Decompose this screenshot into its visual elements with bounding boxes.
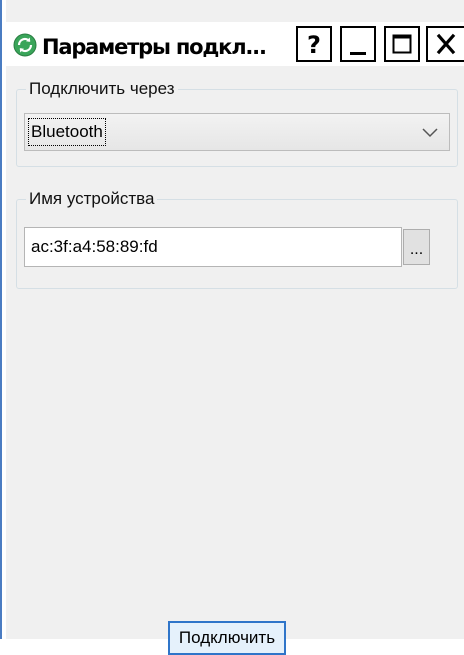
help-label: ? — [307, 31, 321, 59]
connect-button[interactable]: Подключить — [168, 621, 286, 655]
maximize-button[interactable] — [384, 26, 420, 62]
device-name-label: Имя устройства — [26, 188, 158, 210]
connect-via-dropdown[interactable]: Bluetooth — [24, 113, 450, 151]
title-bar[interactable]: Параметры подкл... ? — [6, 22, 464, 66]
help-icon: ? — [307, 31, 321, 59]
maximize-icon — [392, 34, 412, 54]
minimize-button[interactable] — [340, 26, 376, 62]
connect-via-selected-value: Bluetooth — [28, 118, 106, 146]
device-name-field[interactable]: ac:3f:a4:58:89:fd — [24, 227, 402, 267]
connect-via-label: Подключить через — [26, 78, 178, 100]
window-title: Параметры подкл... — [42, 35, 267, 59]
minimize-icon — [350, 52, 366, 55]
close-icon — [436, 33, 456, 55]
refresh-icon — [12, 32, 38, 58]
close-button[interactable] — [426, 26, 464, 62]
window-edge — [0, 0, 2, 639]
browse-button[interactable]: ... — [403, 229, 430, 265]
help-button[interactable]: ? — [296, 26, 332, 62]
connection-settings-window: Параметры подкл... ? Подключить через Bl… — [6, 0, 464, 655]
chevron-down-icon — [421, 125, 439, 139]
